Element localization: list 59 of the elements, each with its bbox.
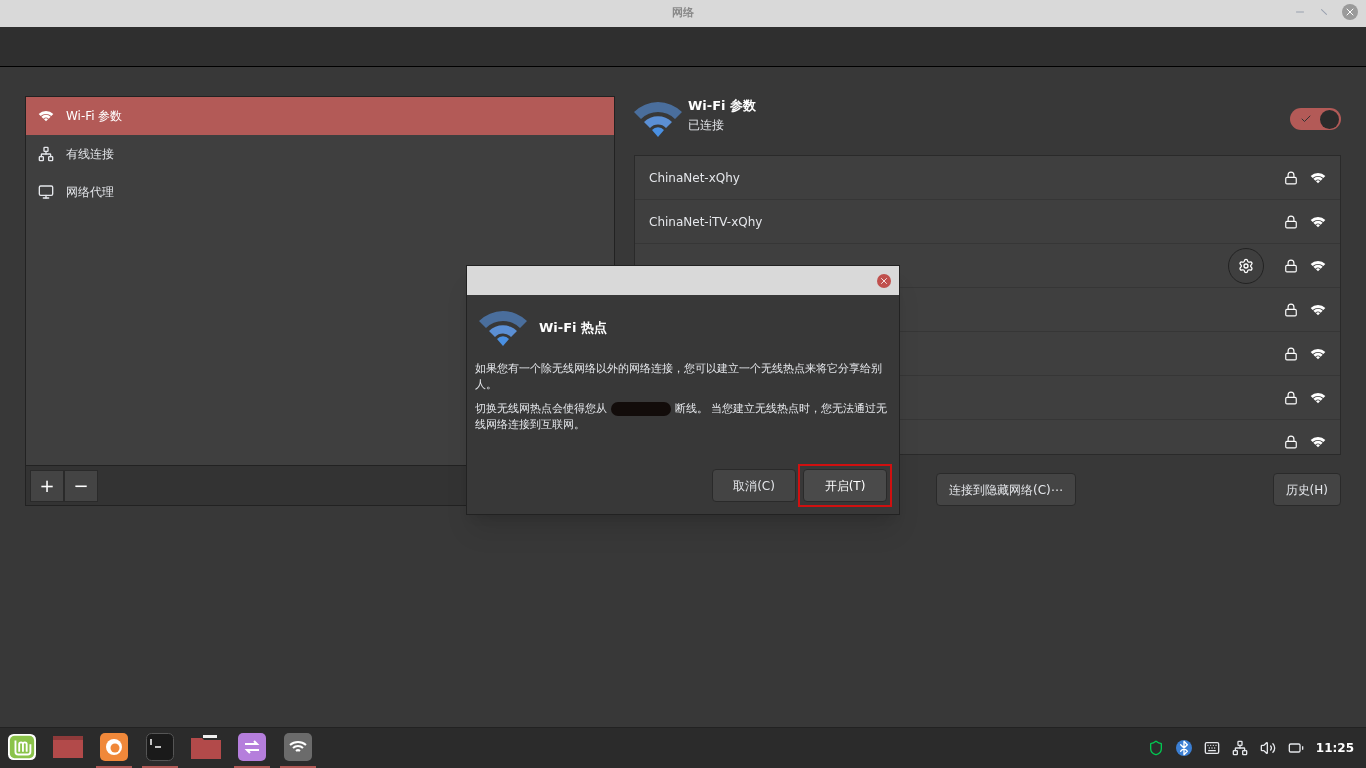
dialog-paragraph: 切换无线网热点会使得您从 断线。 当您建立无线热点时，您无法通过无线网络连接到互联网。 [475,401,889,433]
monitor-icon [38,184,54,200]
wifi-toggle[interactable] [1290,108,1341,130]
folder-icon [191,735,221,759]
panel-title: Wi-Fi 参数 [688,97,757,115]
network-icon [38,146,54,162]
dialog-title: Wi-Fi 热点 [539,319,608,338]
close-button[interactable] [877,273,891,288]
wifi-icon [479,309,527,347]
network-row[interactable]: ChinaNet-xQhy [635,156,1340,200]
bluetooth-icon[interactable] [1175,740,1192,756]
lock-icon [1284,170,1298,185]
wifi-signal-icon [1310,303,1326,316]
volume-icon[interactable] [1259,740,1276,756]
lock-icon [1284,346,1298,361]
add-button[interactable]: + [30,469,64,502]
wifi-icon [38,110,54,122]
wifi-signal-icon [1310,347,1326,360]
connection-status: 已连接 [688,116,725,134]
wifi-signal-icon [1310,391,1326,404]
lock-icon [1284,258,1298,273]
sidebar-item[interactable]: 网络代理 [26,173,614,211]
network-name: ChinaNet-iTV-xQhy [649,213,763,231]
leaf-logo-icon [6,733,38,761]
history-button[interactable]: 历史(H) [1272,473,1341,506]
lock-icon [1284,214,1298,229]
keyboard-icon[interactable] [1203,740,1220,756]
arrows-icon [238,733,266,761]
close-icon [1344,6,1356,18]
wifi-signal-icon [1310,259,1326,272]
close-icon [879,275,889,286]
close-button[interactable] [1342,4,1358,20]
cancel-button[interactable]: 取消(C) [712,469,796,502]
wifi-icon [284,733,312,761]
shield-icon[interactable] [1147,740,1164,756]
sidebar-item[interactable]: Wi-Fi 参数 [26,97,614,135]
clock[interactable]: 11:25 [1315,739,1354,757]
lock-icon [1284,390,1298,405]
network-icon[interactable] [1231,740,1248,756]
confirm-button[interactable]: 开启(T) [803,469,887,502]
wifi-signal-icon [1310,215,1326,228]
network-name: ChinaNet-xQhy [649,169,740,187]
terminal-icon [146,733,174,761]
window-title: 网络 [672,5,694,22]
hidden-network-button[interactable]: 连接到隐藏网络(C)⋯ [936,473,1076,506]
lock-icon [1284,302,1298,317]
remove-button[interactable]: − [64,469,98,502]
check-icon [1300,113,1312,125]
gear-icon [1238,257,1254,274]
desktop-icon [53,735,83,759]
browser-icon [100,733,128,761]
wifi-signal-icon [1310,435,1326,448]
network-row[interactable]: ChinaNet-iTV-xQhy [635,200,1340,244]
wifi-icon [634,100,682,138]
dialog-paragraph: 如果您有一个除无线网络以外的网络连接，您可以建立一个无线热点来将它分享给别人。 [474,361,883,393]
battery-icon[interactable] [1287,740,1304,756]
wifi-signal-icon [1310,171,1326,184]
lock-icon [1284,434,1298,449]
sidebar-item[interactable]: 有线连接 [26,135,614,173]
